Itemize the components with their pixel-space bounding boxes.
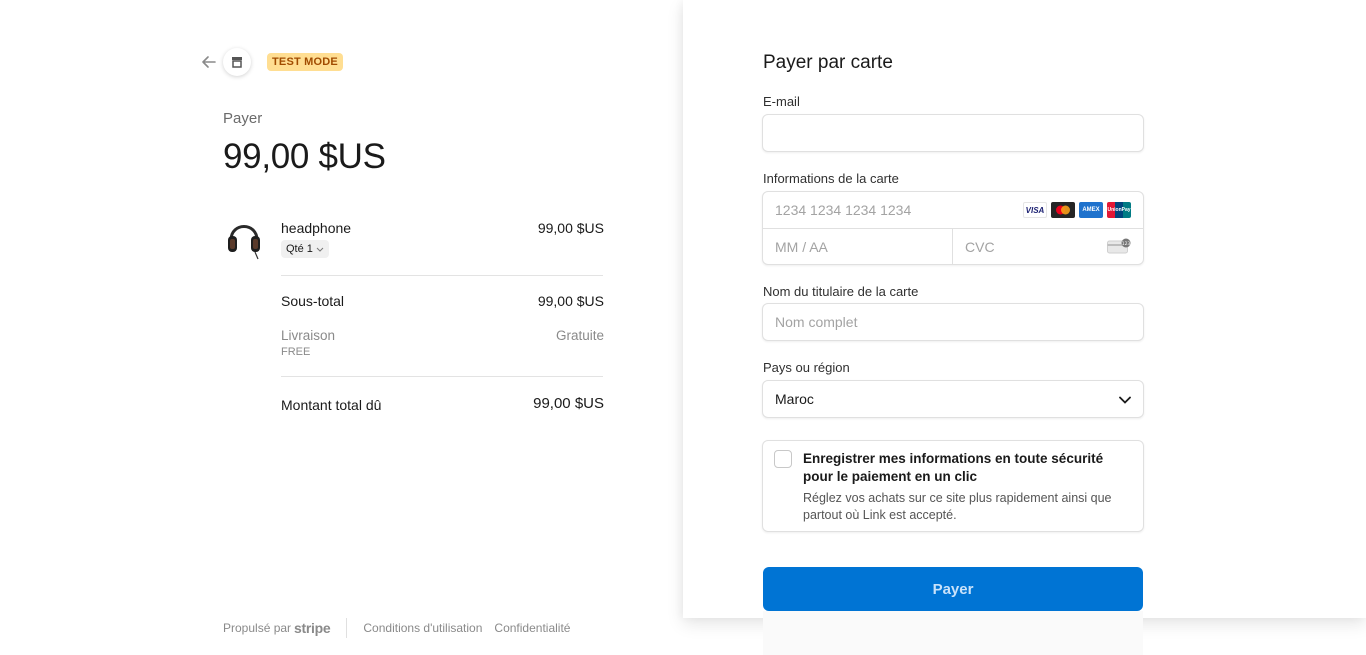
pay-label: Payer: [223, 110, 263, 127]
cardholder-name-field[interactable]: Nom complet: [762, 303, 1144, 341]
total-value: 99,00 $US: [533, 395, 604, 412]
cvc-field[interactable]: CVC 123: [953, 229, 1143, 265]
test-mode-badge: TEST MODE: [267, 53, 343, 71]
pay-amount: 99,00 $US: [223, 137, 386, 176]
expiry-field[interactable]: MM / AA: [763, 229, 953, 265]
pay-button[interactable]: Payer: [763, 567, 1143, 611]
country-select[interactable]: Maroc: [762, 380, 1144, 418]
payment-form-panel: Payer par carte E-mail Informations de l…: [683, 0, 1366, 618]
save-info-description: Réglez vos achats sur ce site plus rapid…: [803, 491, 1112, 522]
footer-separator: [346, 618, 348, 638]
quantity-label: Qté 1: [286, 243, 313, 255]
chevron-down-icon: [316, 244, 324, 254]
svg-text:123: 123: [1122, 240, 1131, 246]
subtotal-label: Sous-total: [281, 293, 345, 309]
save-info-box: Enregistrer mes informations en toute sé…: [762, 440, 1144, 532]
card-number-placeholder: 1234 1234 1234 1234: [775, 202, 912, 218]
powered-by-label: Propulsé par: [223, 621, 292, 635]
terms-link[interactable]: Conditions d'utilisation: [363, 621, 482, 635]
chevron-down-icon: [1119, 391, 1131, 407]
amex-icon: AMEX: [1079, 202, 1103, 218]
country-value: Maroc: [775, 391, 814, 407]
item-name: headphone: [281, 220, 352, 236]
cvc-placeholder: CVC: [965, 239, 995, 255]
card-brands: VISA AMEX UnionPay: [1023, 202, 1131, 218]
expiry-placeholder: MM / AA: [775, 239, 828, 255]
button-shadow-area: [763, 611, 1143, 655]
stripe-logo[interactable]: stripe: [294, 620, 331, 636]
email-field[interactable]: [762, 114, 1144, 152]
quantity-selector[interactable]: Qté 1: [281, 240, 329, 258]
save-info-checkbox[interactable]: [774, 450, 792, 468]
mastercard-icon: [1051, 202, 1075, 218]
card-info-label: Informations de la carte: [763, 171, 899, 186]
shipping-value: Gratuite: [555, 328, 604, 343]
country-label: Pays ou région: [763, 360, 850, 375]
headphone-product-image: [225, 214, 263, 260]
shipping-label: Livraison: [281, 328, 336, 343]
divider: [281, 376, 603, 377]
save-info-title: Enregistrer mes informations en toute sé…: [803, 451, 1104, 484]
unionpay-icon: UnionPay: [1107, 202, 1131, 218]
back-arrow-icon[interactable]: [200, 48, 218, 76]
visa-icon: VISA: [1023, 202, 1047, 218]
cardholder-name-placeholder: Nom complet: [775, 314, 858, 330]
divider: [281, 275, 603, 276]
item-price: 99,00 $US: [537, 220, 604, 236]
shipping-method: FREE: [281, 346, 311, 358]
subtotal-value: 99,00 $US: [537, 293, 604, 309]
card-details-box: 1234 1234 1234 1234 VISA AMEX UnionPay M…: [762, 191, 1144, 265]
cvc-card-icon: 123: [1107, 238, 1131, 257]
form-title: Payer par carte: [763, 52, 893, 73]
cardholder-name-label: Nom du titulaire de la carte: [763, 284, 919, 299]
card-row-expiry-cvc: MM / AA CVC 123: [763, 229, 1143, 265]
summary-topbar: TEST MODE: [200, 48, 343, 76]
card-number-field[interactable]: 1234 1234 1234 1234 VISA AMEX UnionPay: [763, 192, 1143, 229]
store-icon[interactable]: [223, 48, 251, 76]
footer: Propulsé par stripe Conditions d'utilisa…: [223, 618, 582, 638]
total-label: Montant total dû: [281, 397, 382, 413]
privacy-link[interactable]: Confidentialité: [494, 621, 570, 635]
order-summary-panel: TEST MODE Payer 99,00 $US headphone 99,0…: [0, 0, 683, 655]
email-label: E-mail: [763, 94, 800, 109]
